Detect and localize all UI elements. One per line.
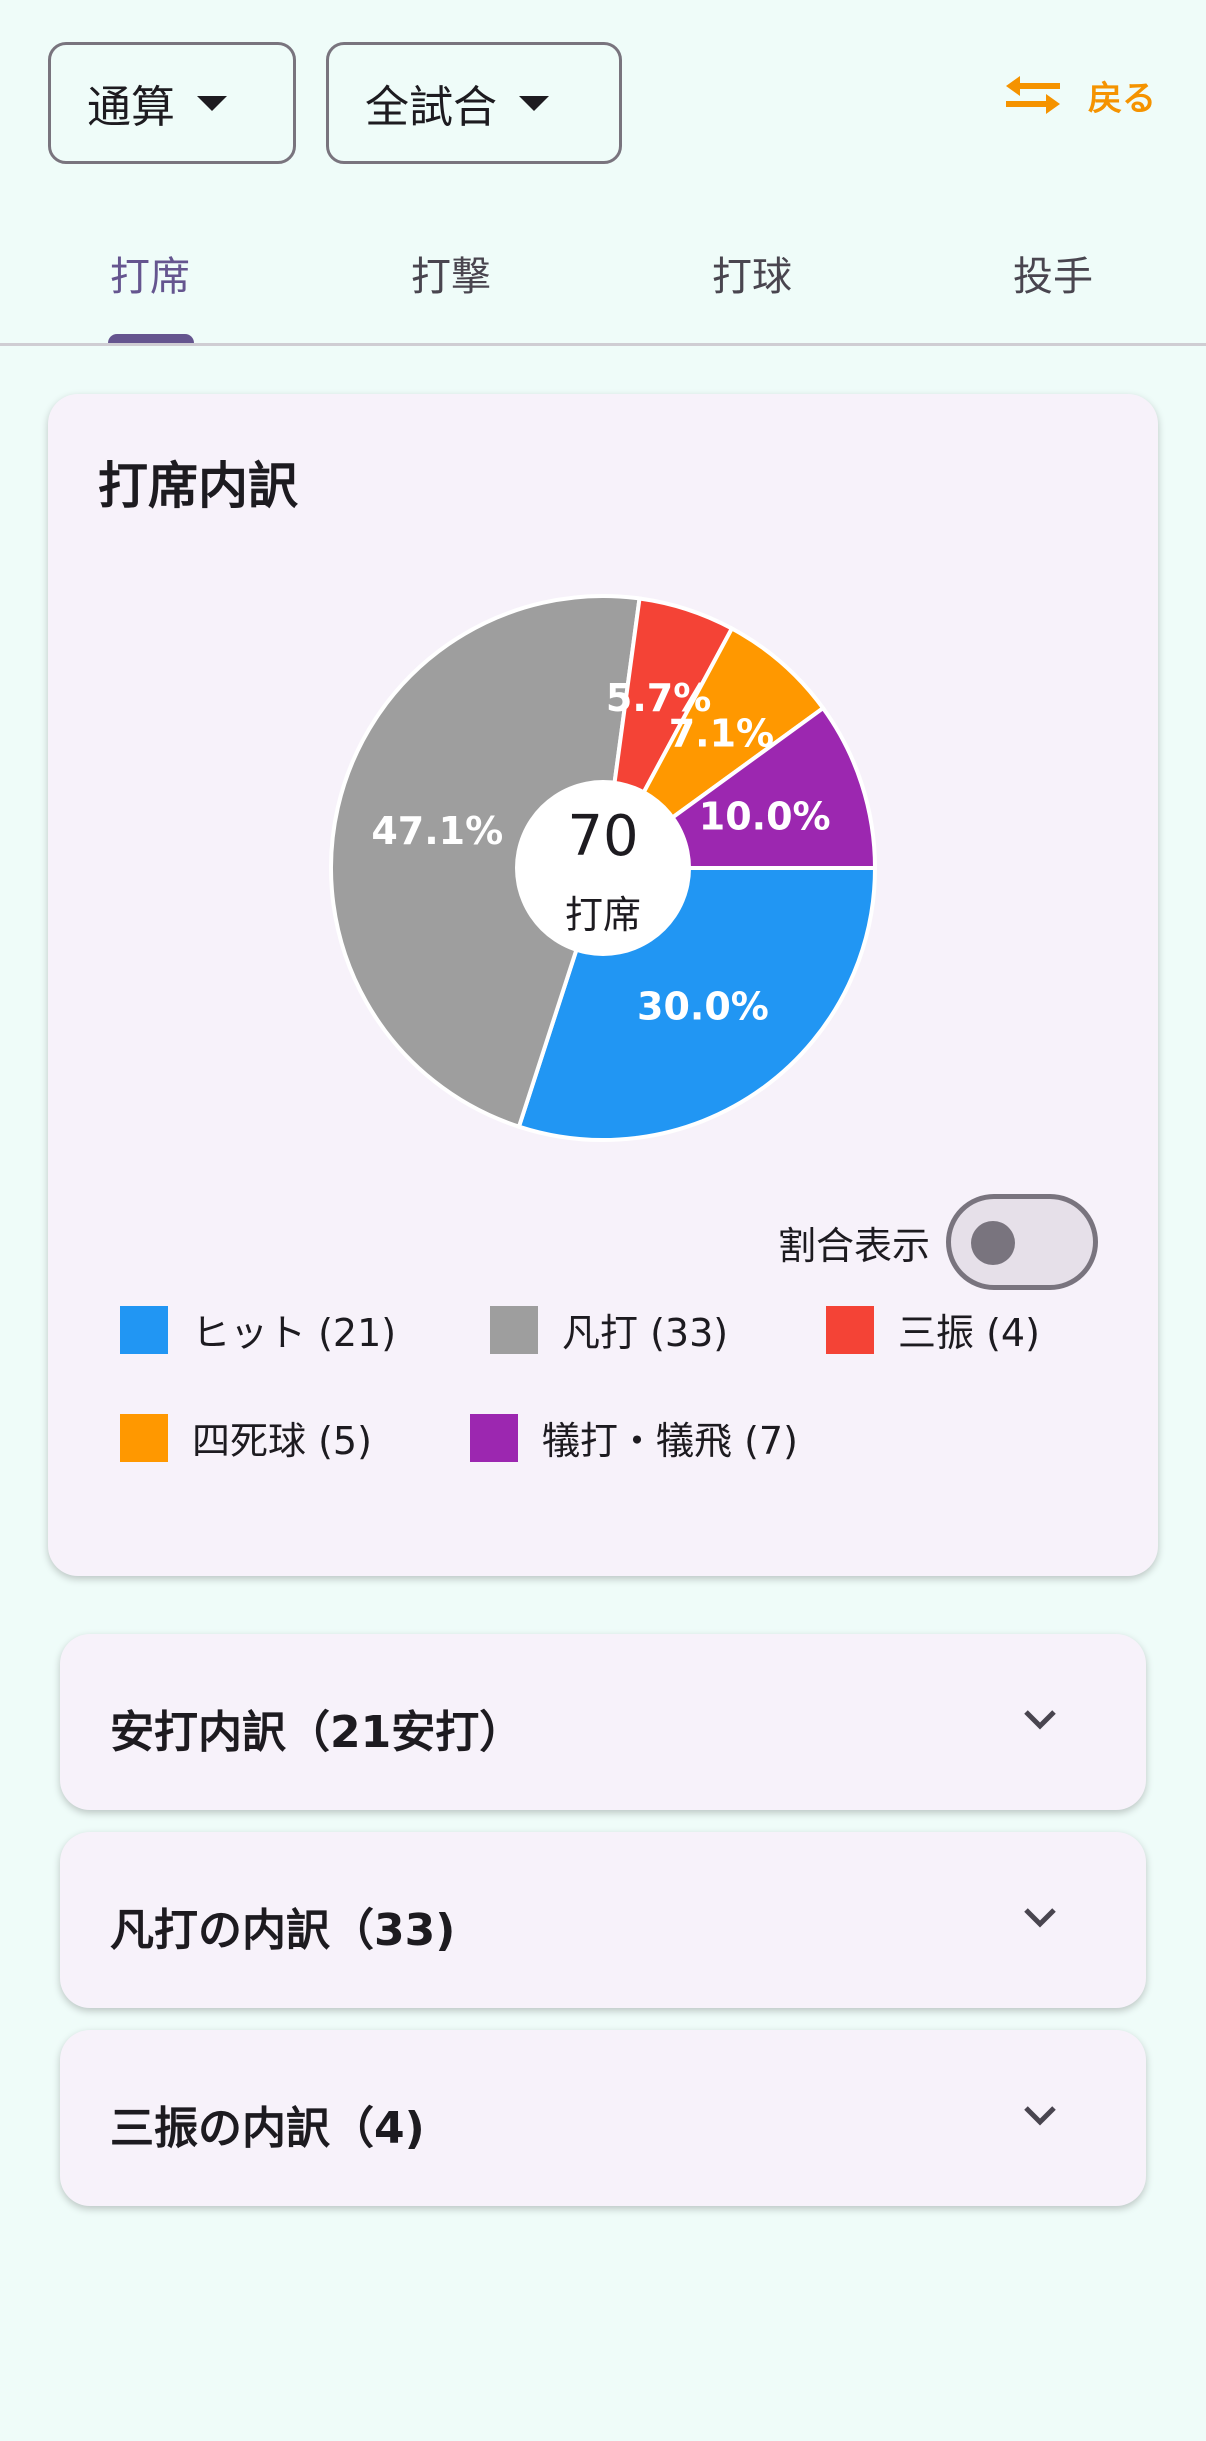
tab-bar: 打席 打撃 打球 投手 bbox=[0, 190, 1206, 346]
legend-item-out: 凡打 (33) bbox=[490, 1302, 728, 1357]
pie-percent-label: 7.1% bbox=[669, 711, 774, 755]
legend-label: 三振 (4) bbox=[898, 1311, 1040, 1355]
caret-down-icon bbox=[197, 95, 227, 111]
games-dropdown-label: 全試合 bbox=[365, 82, 497, 133]
tab-label: 打撃 bbox=[411, 254, 491, 300]
top-bar: 通算 全試合 戻る bbox=[0, 0, 1206, 190]
accordion-title: 凡打の内訳（33) bbox=[110, 1905, 456, 1956]
active-tab-indicator bbox=[108, 334, 194, 343]
legend-item-walk: 四死球 (5) bbox=[120, 1410, 372, 1465]
tab-label: 打席 bbox=[110, 254, 190, 300]
tab-label: 打球 bbox=[712, 254, 792, 300]
legend-label: 犠打・犠飛 (7) bbox=[542, 1419, 798, 1463]
legend-swatch bbox=[826, 1305, 874, 1354]
legend-label: ヒット (21) bbox=[192, 1311, 397, 1355]
scope-dropdown[interactable]: 通算 bbox=[48, 42, 296, 164]
ratio-toggle[interactable] bbox=[946, 1194, 1098, 1290]
legend-swatch bbox=[490, 1305, 538, 1354]
back-button[interactable]: 戻る bbox=[1000, 70, 1156, 120]
legend-label: 凡打 (33) bbox=[562, 1311, 729, 1355]
pie-chart: 30.0%47.1%5.7%7.1%10.0% bbox=[329, 594, 878, 1142]
back-button-label: 戻る bbox=[1088, 78, 1156, 119]
pie-percent-label: 30.0% bbox=[637, 985, 769, 1029]
out-breakdown-accordion[interactable]: 凡打の内訳（33) bbox=[60, 1832, 1146, 2008]
games-dropdown[interactable]: 全試合 bbox=[326, 42, 622, 164]
chevron-down-icon bbox=[1024, 1908, 1056, 1928]
tab-batted-ball[interactable]: 打球 bbox=[602, 190, 903, 343]
legend-label: 四死球 (5) bbox=[192, 1419, 372, 1463]
caret-down-icon bbox=[519, 95, 549, 111]
toggle-knob bbox=[971, 1221, 1015, 1265]
total-plate-appearances: 70 bbox=[567, 804, 639, 869]
legend-item-strikeout: 三振 (4) bbox=[826, 1302, 1040, 1357]
legend-item-hit: ヒット (21) bbox=[120, 1302, 396, 1357]
ratio-toggle-row: 割合表示 bbox=[778, 1194, 1098, 1290]
scope-dropdown-label: 通算 bbox=[87, 82, 175, 133]
ratio-toggle-label: 割合表示 bbox=[777, 1223, 930, 1268]
swap-arrows-icon bbox=[1006, 76, 1060, 114]
chevron-down-icon bbox=[1024, 1710, 1056, 1730]
legend-item-sacrifice: 犠打・犠飛 (7) bbox=[470, 1410, 798, 1465]
strikeout-breakdown-accordion[interactable]: 三振の内訳（4) bbox=[60, 2030, 1146, 2206]
total-label: 打席 bbox=[564, 893, 641, 937]
hit-breakdown-accordion[interactable]: 安打内訳（21安打） bbox=[60, 1634, 1146, 1810]
tab-batting[interactable]: 打撃 bbox=[301, 190, 602, 343]
accordion-title: 安打内訳（21安打） bbox=[110, 1707, 524, 1758]
legend-swatch bbox=[470, 1413, 518, 1462]
legend-swatch bbox=[120, 1305, 168, 1354]
tab-pitcher[interactable]: 投手 bbox=[903, 190, 1204, 343]
chevron-down-icon bbox=[1024, 2106, 1056, 2126]
tab-label: 投手 bbox=[1013, 254, 1093, 300]
tab-plate-appearance[interactable]: 打席 bbox=[0, 190, 301, 343]
legend-swatch bbox=[120, 1413, 168, 1462]
accordion-title: 三振の内訳（4) bbox=[110, 2103, 425, 2154]
plate-appearance-card: 打席内訳 30.0% 47.1% 5.7% 7.1% 10.0% 70 打席 割合表示 … bbox=[48, 394, 1158, 1576]
